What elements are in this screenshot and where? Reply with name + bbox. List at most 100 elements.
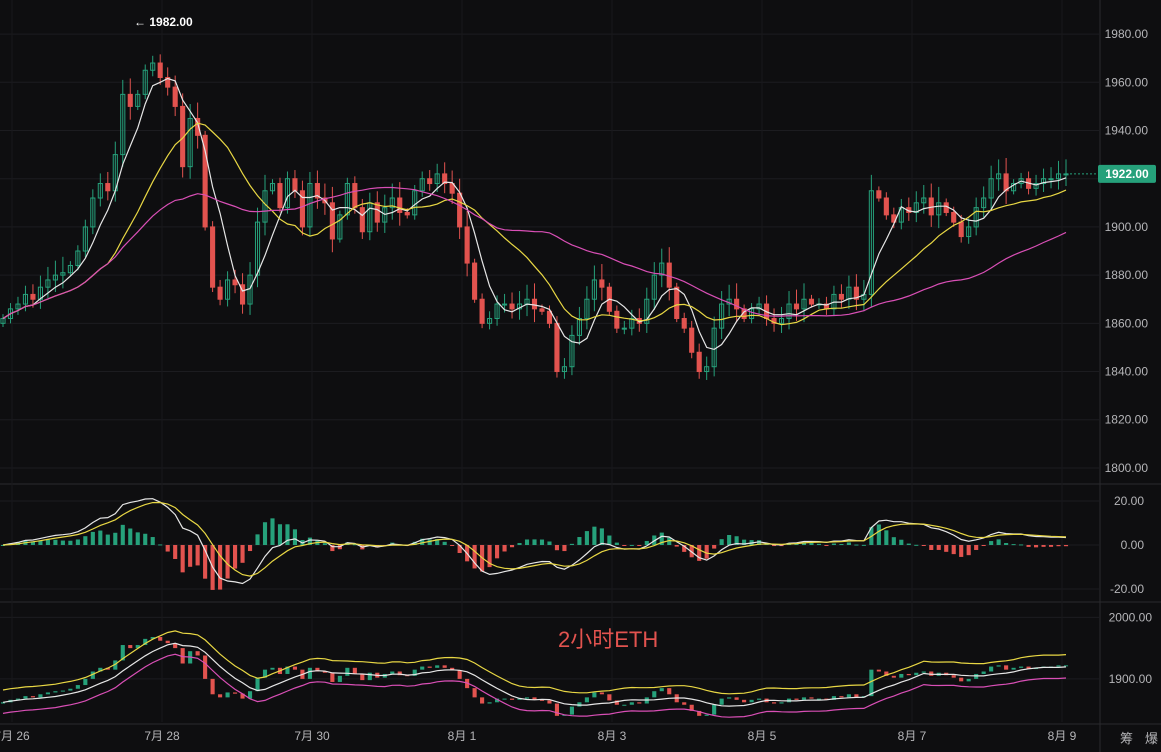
mini-candle-body <box>165 640 170 644</box>
mini-candle <box>1063 665 1069 667</box>
macd-histogram-bar <box>188 545 193 567</box>
mini-candle <box>45 692 50 695</box>
mini-candle-body <box>352 667 357 674</box>
mini-candle <box>951 675 956 678</box>
candle <box>82 219 88 258</box>
mini-candle <box>779 702 784 704</box>
candle <box>988 165 994 209</box>
mini-candle-body <box>682 702 687 705</box>
mini-candle-body <box>727 697 732 699</box>
mini-candle <box>158 637 163 641</box>
candle <box>868 174 874 308</box>
macd-histogram-bar <box>674 545 679 547</box>
mini-candle <box>524 697 530 699</box>
candle <box>996 159 1002 191</box>
macd-histogram-bar <box>98 530 103 545</box>
mini-candle <box>330 672 335 682</box>
price-tick-label: 1980.00 <box>1105 27 1149 41</box>
candle-body <box>232 279 238 286</box>
mini-candle-body <box>719 698 724 705</box>
price-tick-label: 1940.00 <box>1105 124 1149 138</box>
mini-candle <box>749 699 754 703</box>
candle <box>1055 160 1062 190</box>
mini-candle-body <box>637 702 642 704</box>
macd-histogram-bar <box>974 545 979 550</box>
candle-body <box>838 293 844 300</box>
candle-body <box>554 322 560 373</box>
chips-button[interactable]: 筹 <box>1120 728 1133 747</box>
mini-candle-body <box>951 675 956 678</box>
macd-histogram-bar <box>240 545 245 563</box>
mini-candle-body <box>749 699 754 703</box>
mini-candle <box>367 672 372 681</box>
mini-candle <box>839 696 844 698</box>
time-axis[interactable]: 7月 26 7月 28 7月 30 8月 1 8月 3 8月 5 8月 7 8月 9 <box>0 729 1077 743</box>
macd-histogram-bar <box>150 537 155 545</box>
price-pane <box>0 54 1100 380</box>
candle <box>389 183 395 220</box>
burst-button[interactable]: 爆 <box>1145 728 1158 747</box>
macd-histogram-bar <box>921 545 926 546</box>
mini-candle <box>442 665 447 668</box>
macd-histogram-bar <box>45 539 50 545</box>
macd-histogram-bar <box>68 540 73 545</box>
candle <box>711 316 717 377</box>
price-tick-label: 1900.00 <box>1105 220 1149 234</box>
macd-histogram-bar <box>809 543 814 545</box>
candle <box>516 291 523 320</box>
candle <box>165 67 171 96</box>
mini-candle-body <box>472 688 477 698</box>
time-tick-label: 8月 1 <box>448 729 477 743</box>
mini-candle-body <box>1056 665 1061 667</box>
mini-candle <box>921 671 926 673</box>
candle-body <box>127 93 133 107</box>
candle <box>105 171 111 201</box>
mini-candle-body <box>1011 667 1016 670</box>
mini-candle-body <box>921 671 926 673</box>
price-tick-label: 1800.00 <box>1105 461 1149 475</box>
mini-candle-body <box>427 666 432 668</box>
mini-candle-body <box>420 666 425 670</box>
mini-candle <box>83 678 88 686</box>
candle <box>531 283 538 323</box>
price-axis[interactable]: 1980.001960.001940.001920.001900.001880.… <box>1098 27 1156 686</box>
price-tick-label: 1860.00 <box>1105 316 1149 330</box>
macd-histogram-bar <box>854 544 859 546</box>
mini-candle-body <box>195 651 200 656</box>
candle <box>479 293 485 329</box>
mini-candle-body <box>846 694 851 698</box>
mini-candle-body <box>712 704 717 715</box>
macd-histogram-bar <box>891 537 896 545</box>
macd-histogram-bar <box>60 540 65 545</box>
macd-histogram-bar <box>143 533 148 545</box>
candle <box>135 90 141 111</box>
mini-candle <box>734 697 739 700</box>
mini-candle-body <box>659 688 664 692</box>
macd-histogram-bar <box>944 545 949 552</box>
mini-candle-body <box>629 702 634 705</box>
candle-body <box>157 62 163 78</box>
macd-histogram-bar <box>839 544 844 546</box>
candle-body <box>876 190 882 199</box>
mini-candle <box>809 697 814 699</box>
mini-candle <box>487 702 492 704</box>
mini-candle <box>869 669 874 697</box>
macd-histogram-bar <box>1011 544 1016 546</box>
candle <box>210 221 216 292</box>
candle <box>696 343 702 379</box>
candle-body <box>210 226 216 288</box>
mini-candle <box>592 692 597 698</box>
bottom-toolbar: 筹 爆 <box>1120 728 1158 747</box>
macd-histogram-bar <box>1033 545 1039 548</box>
mini-candle-body <box>906 673 911 676</box>
mini-candle-body <box>307 667 312 679</box>
candle-body <box>501 303 508 306</box>
macd-histogram-bar <box>180 545 185 573</box>
mini-candle-body <box>599 692 604 695</box>
macd-histogram-bar <box>569 543 574 545</box>
mini-candle <box>38 694 43 698</box>
mini-candle <box>75 685 80 689</box>
candle <box>472 258 478 303</box>
mini-candle-body <box>53 691 58 693</box>
mini-candle-body <box>442 665 447 668</box>
